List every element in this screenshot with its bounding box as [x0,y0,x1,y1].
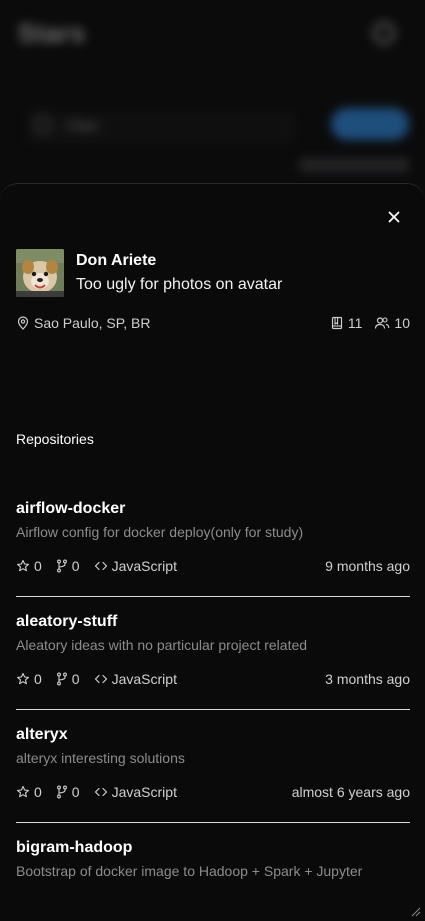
language: JavaScript [94,671,177,687]
repo-name[interactable]: bigram-hadoop [16,839,132,857]
repo-name[interactable]: airflow-docker [16,500,125,518]
repos-stat: 11 [330,315,363,331]
avatar [16,249,64,297]
language-value: JavaScript [111,671,177,687]
fork-icon [56,785,67,799]
stars-value: 0 [34,671,42,687]
code-icon [94,561,107,571]
stars-value: 0 [34,558,42,574]
repo-list: airflow-docker Airflow config for docker… [16,484,410,900]
repo-meta: 0 0 JavaScript [16,558,177,574]
code-icon [94,674,107,684]
fork-icon [56,559,67,573]
forks-value: 0 [71,558,80,574]
people-icon [375,317,390,329]
language: JavaScript [94,558,177,574]
repo-item[interactable]: bigram-hadoop Bootstrap of docker image … [16,823,410,900]
stars-count: 0 [16,671,42,687]
repo-name[interactable]: alteryx [16,726,68,744]
repo-meta: 0 0 JavaScript [16,671,177,687]
forks-count: 0 [56,784,80,800]
star-icon [17,559,29,572]
search-icon [373,22,395,44]
repo-item[interactable]: airflow-docker Airflow config for docker… [16,484,410,597]
repo-item[interactable]: alteryx alteryx interesting solutions 0 … [16,710,410,823]
stars-value: 0 [34,784,42,800]
profile-stats: 11 10 [330,315,410,331]
repo-item[interactable]: aleatory-stuff Aleatory ideas with no pa… [16,597,410,710]
resize-grip-icon[interactable] [409,905,421,917]
forks-count: 0 [56,671,80,687]
star-icon [17,672,29,685]
location-text: Sao Paulo, SP, BR [34,315,151,331]
background-action-button [331,108,409,140]
followers-stat: 10 [374,315,410,331]
followers-count: 10 [394,315,410,331]
repositories-heading: Repositories [16,431,94,447]
language-value: JavaScript [111,784,177,800]
repo-description: alteryx interesting solutions [16,750,185,766]
repo-description: Bootstrap of docker image to Hadoop + Sp… [16,863,363,879]
forks-value: 0 [71,784,80,800]
language-value: JavaScript [111,558,177,574]
repo-name[interactable]: aleatory-stuff [16,613,117,631]
repo-description: Aleatory ideas with no particular projec… [16,637,308,653]
location: Sao Paulo, SP, BR [16,315,150,331]
star-icon [17,785,29,798]
user-name: Don Ariete [76,252,157,269]
book-icon [331,316,342,330]
search-label: Filter [66,118,100,135]
avatar-image [16,249,64,297]
app-title: Stars [18,18,86,48]
map-pin-icon [17,316,29,330]
stars-count: 0 [16,784,42,800]
language: JavaScript [94,784,177,800]
forks-value: 0 [71,671,80,687]
forks-count: 0 [56,558,80,574]
code-icon [94,787,107,797]
close-icon [388,211,400,223]
repos-count: 11 [347,315,363,331]
repo-updated: 9 months ago [325,558,410,574]
stars-count: 0 [16,558,42,574]
repo-meta: 0 0 JavaScript [16,784,177,800]
profile-sheet: Don Ariete Too ugly for photos on avatar… [0,183,425,921]
close-button[interactable] [385,208,403,226]
repo-updated: almost 6 years ago [291,784,410,800]
background-meta [299,158,409,172]
repo-updated: 3 months ago [325,671,410,687]
fork-icon [56,672,67,686]
user-bio: Too ugly for photos on avatar [76,276,283,293]
repo-description: Airflow config for docker deploy(only fo… [16,524,304,540]
filter-icon [34,116,52,134]
